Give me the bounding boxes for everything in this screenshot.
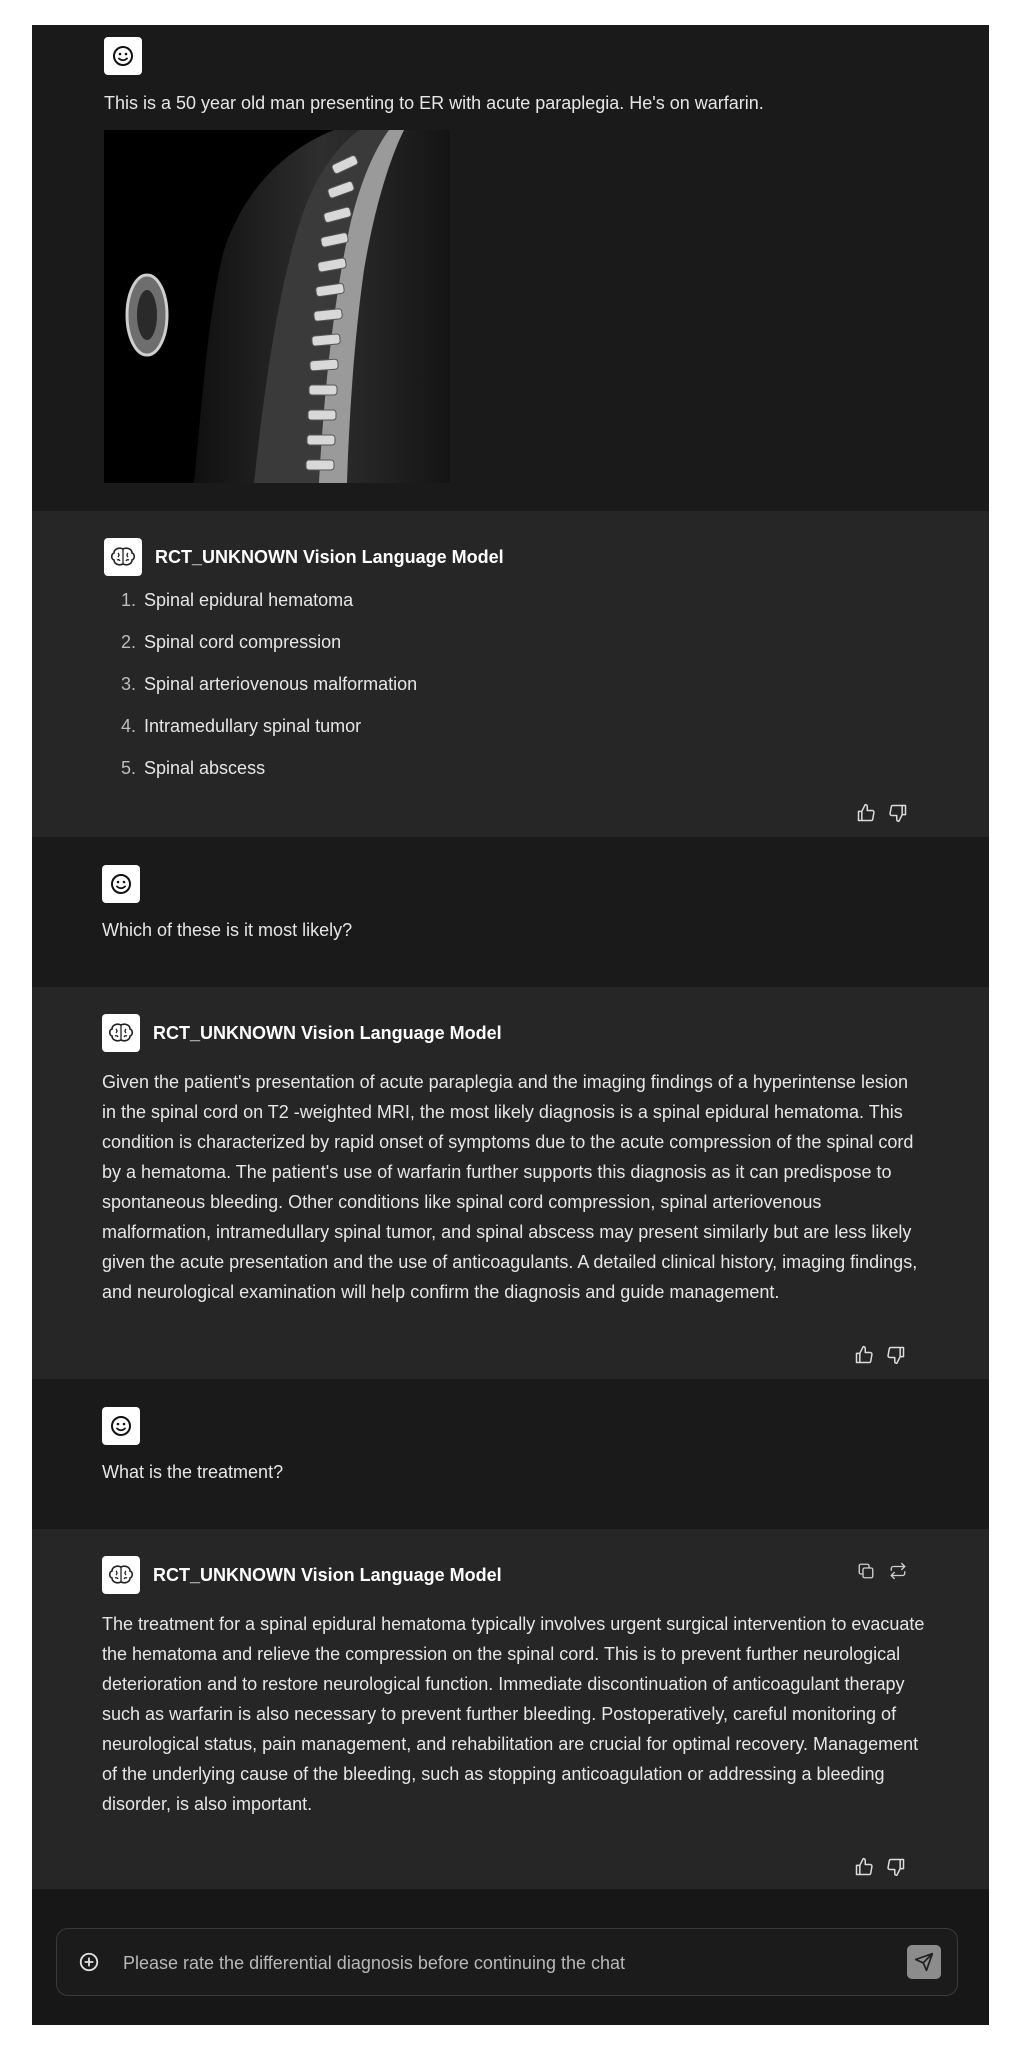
smiley-face-icon <box>102 1407 140 1445</box>
assistant-message-2: RCT_UNKNOWN Vision Language Model Given … <box>32 987 989 1379</box>
model-name: RCT_UNKNOWN Vision Language Model <box>153 1565 502 1585</box>
mri-image <box>104 130 450 483</box>
thumbs-up-icon[interactable] <box>852 1343 876 1367</box>
assistant-message-1: RCT_UNKNOWN Vision Language Model 1. Spin… <box>32 511 989 837</box>
regenerate-icon[interactable] <box>886 1559 910 1583</box>
assistant-message-text: Given the patient's presentation of acut… <box>102 1072 918 1302</box>
user-message-3: What is the treatment? <box>32 1379 989 1529</box>
list-item: 2. Spinal cord compression <box>120 632 342 652</box>
user-message-text: This is a 50 year old man presenting to … <box>104 93 764 113</box>
list-item: 5. Spinal abscess <box>120 758 266 778</box>
thumbs-up-icon[interactable] <box>852 1855 876 1879</box>
thumbs-up-icon[interactable] <box>854 801 878 825</box>
chat-window: This is a 50 year old man presenting to … <box>32 25 989 2025</box>
brain-icon <box>102 1014 140 1052</box>
brain-icon <box>102 1556 140 1594</box>
brain-icon <box>104 538 142 576</box>
list-item: 1. Spinal epidural hematoma <box>120 590 354 610</box>
send-button[interactable] <box>907 1945 941 1979</box>
chat-input[interactable] <box>121 1947 885 1979</box>
smiley-face-icon <box>102 865 140 903</box>
thumbs-down-icon[interactable] <box>884 1855 908 1879</box>
differential-list: 1. Spinal epidural hematoma 2. Spinal cord… <box>100 579 417 789</box>
send-icon <box>914 1952 934 1972</box>
smiley-face-icon <box>104 37 142 75</box>
thumbs-down-icon[interactable] <box>884 1343 908 1367</box>
chat-composer <box>56 1928 958 1996</box>
user-message-text: Which of these is it most likely? <box>102 920 353 940</box>
plus-circle-icon[interactable] <box>77 1950 101 1974</box>
user-message-1: This is a 50 year old man presenting to … <box>32 25 989 511</box>
model-name: RCT_UNKNOWN Vision Language Model <box>153 1023 502 1043</box>
assistant-message-text: The treatment for a spinal epidural hema… <box>102 1614 925 1814</box>
thumbs-down-icon[interactable] <box>886 801 910 825</box>
user-message-2: Which of these is it most likely? <box>32 837 989 987</box>
list-item: 4. Intramedullary spinal tumor <box>120 716 362 736</box>
user-message-text: What is the treatment? <box>102 1462 284 1482</box>
assistant-message-3: RCT_UNKNOWN Vision Language Model The tr… <box>32 1529 989 1889</box>
list-item: 3. Spinal arteriovenous malformation <box>120 674 418 694</box>
model-name: RCT_UNKNOWN Vision Language Model <box>155 547 504 567</box>
copy-icon[interactable] <box>854 1559 878 1583</box>
